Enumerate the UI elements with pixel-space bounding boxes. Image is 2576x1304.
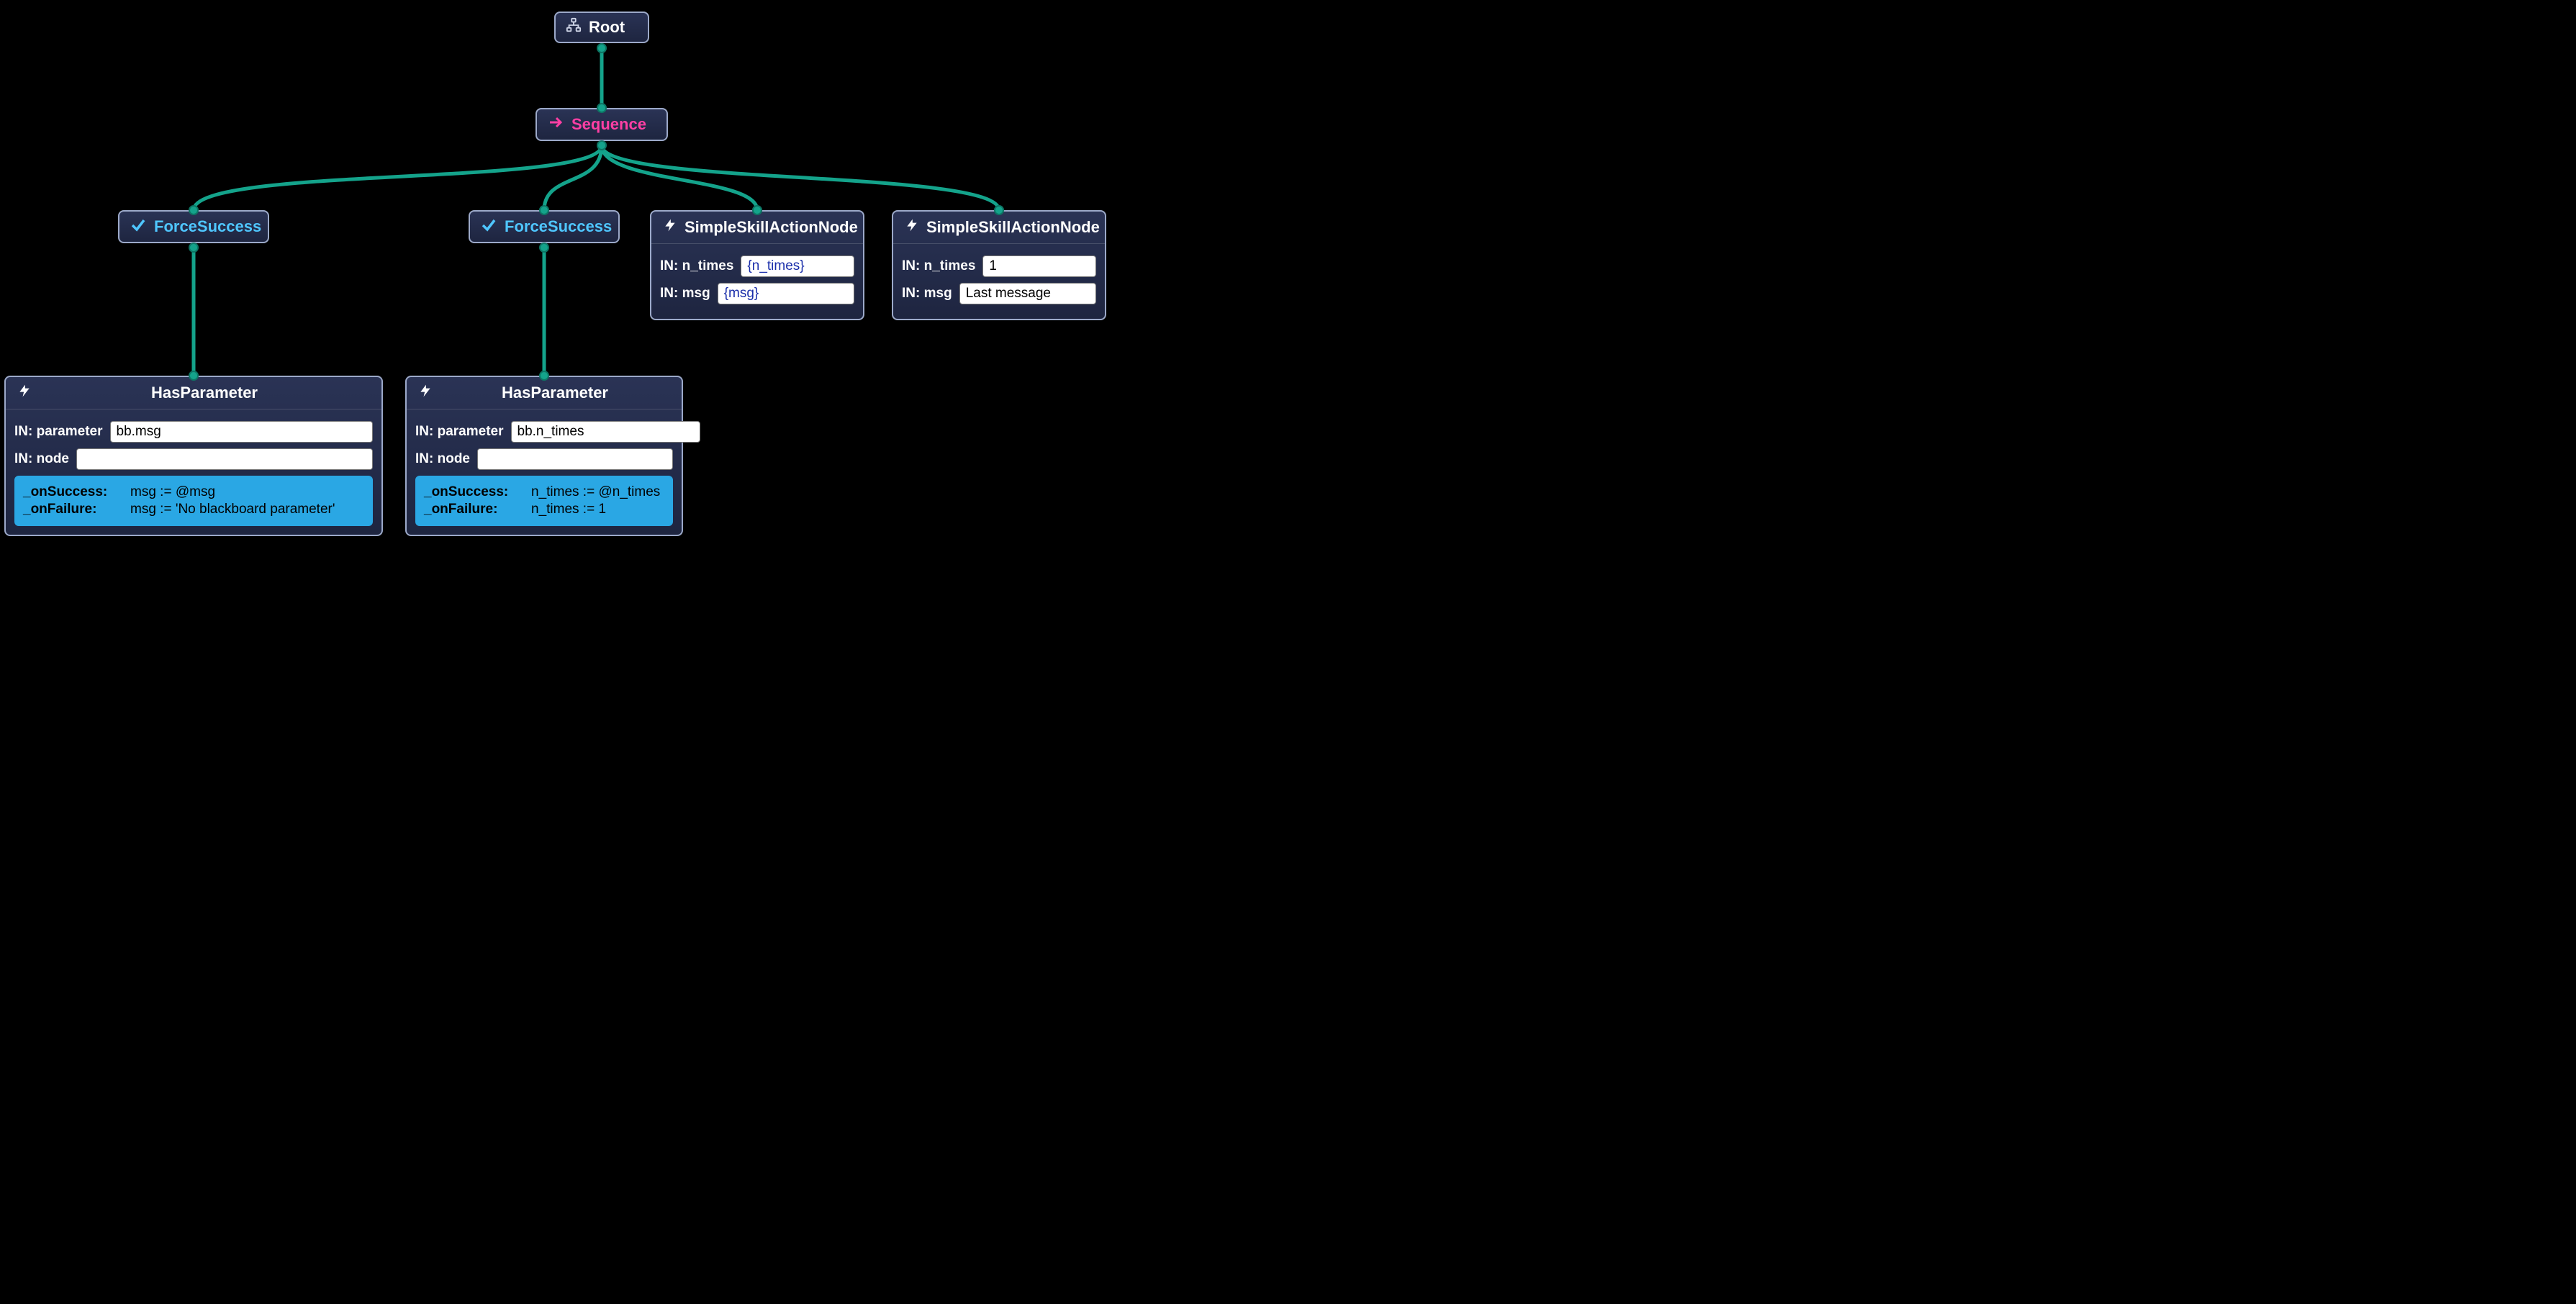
- node-simple-skill-action-1[interactable]: SimpleSkillActionNode IN: n_times IN: ms…: [650, 210, 864, 320]
- arrow-right-icon: [547, 114, 564, 135]
- node-title: Sequence: [571, 115, 646, 134]
- port-input-n-times[interactable]: [741, 255, 854, 277]
- port-in: [539, 205, 549, 215]
- tree-icon: [566, 17, 582, 37]
- node-title: Root: [589, 18, 625, 37]
- port-row-parameter: IN: parameter: [415, 421, 673, 443]
- node-title: HasParameter: [39, 384, 370, 402]
- callback-on-failure: _onFailure: msg := 'No blackboard parame…: [23, 502, 364, 517]
- lightning-icon: [418, 383, 433, 403]
- port-label: IN: msg: [660, 286, 710, 302]
- port-out: [539, 243, 549, 253]
- port-out: [597, 140, 607, 150]
- node-title: SimpleSkillActionNode: [926, 218, 1100, 237]
- port-in: [597, 103, 607, 113]
- port-input-node[interactable]: [477, 448, 673, 470]
- check-icon: [480, 216, 497, 237]
- port-in: [539, 371, 549, 381]
- port-row-msg: IN: msg: [660, 283, 854, 304]
- port-input-parameter[interactable]: [110, 421, 374, 443]
- node-title: ForceSuccess: [154, 217, 261, 236]
- node-has-parameter-1[interactable]: HasParameter IN: parameter IN: node _onS…: [4, 376, 383, 536]
- port-row-node: IN: node: [14, 448, 373, 470]
- port-label: IN: n_times: [660, 258, 733, 274]
- lightning-icon: [663, 217, 677, 237]
- callback-value: msg := @msg: [130, 484, 215, 500]
- callback-value: n_times := @n_times: [531, 484, 660, 500]
- node-title: ForceSuccess: [505, 217, 612, 236]
- port-label: IN: parameter: [415, 424, 504, 440]
- callbacks-panel: _onSuccess: n_times := @n_times _onFailu…: [415, 476, 673, 526]
- port-input-msg[interactable]: [718, 283, 854, 304]
- port-label: IN: node: [14, 451, 69, 467]
- port-label: IN: msg: [902, 286, 952, 302]
- port-row-n-times: IN: n_times: [660, 255, 854, 277]
- port-out: [597, 43, 607, 53]
- port-input-msg[interactable]: [959, 283, 1096, 304]
- callback-on-success: _onSuccess: n_times := @n_times: [424, 484, 664, 500]
- callback-on-success: _onSuccess: msg := @msg: [23, 484, 364, 500]
- port-label: IN: node: [415, 451, 470, 467]
- check-icon: [130, 216, 147, 237]
- port-row-node: IN: node: [415, 448, 673, 470]
- port-row-msg: IN: msg: [902, 283, 1096, 304]
- port-in: [994, 205, 1004, 215]
- callback-value: msg := 'No blackboard parameter': [130, 502, 335, 517]
- callback-key: _onSuccess:: [23, 484, 120, 500]
- port-label: IN: parameter: [14, 424, 103, 440]
- node-simple-skill-action-2[interactable]: SimpleSkillActionNode IN: n_times IN: ms…: [892, 210, 1106, 320]
- port-input-node[interactable]: [76, 448, 373, 470]
- port-row-n-times: IN: n_times: [902, 255, 1096, 277]
- node-title: SimpleSkillActionNode: [684, 218, 858, 237]
- callbacks-panel: _onSuccess: msg := @msg _onFailure: msg …: [14, 476, 373, 526]
- lightning-icon: [17, 383, 32, 403]
- port-in: [189, 205, 199, 215]
- port-in: [189, 371, 199, 381]
- port-row-parameter: IN: parameter: [14, 421, 373, 443]
- port-input-n-times[interactable]: [982, 255, 1096, 277]
- port-label: IN: n_times: [902, 258, 975, 274]
- callback-key: _onFailure:: [23, 502, 120, 517]
- callback-key: _onSuccess:: [424, 484, 521, 500]
- lightning-icon: [905, 217, 919, 237]
- port-in: [752, 205, 762, 215]
- callback-key: _onFailure:: [424, 502, 521, 517]
- callback-value: n_times := 1: [531, 502, 606, 517]
- callback-on-failure: _onFailure: n_times := 1: [424, 502, 664, 517]
- node-title: HasParameter: [440, 384, 670, 402]
- port-out: [189, 243, 199, 253]
- node-has-parameter-2[interactable]: HasParameter IN: parameter IN: node _onS…: [405, 376, 683, 536]
- port-input-parameter[interactable]: [511, 421, 700, 443]
- node-root[interactable]: Root: [554, 12, 649, 43]
